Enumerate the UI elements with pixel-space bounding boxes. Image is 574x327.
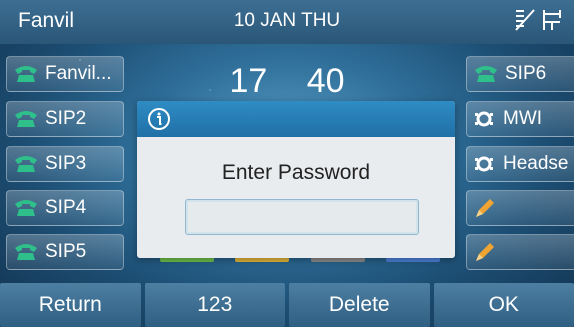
input-mode-button[interactable]: 123	[144, 283, 285, 327]
line-key-1[interactable]: Fanvil...	[6, 56, 124, 92]
pencil-icon	[476, 199, 494, 217]
phone-icon	[15, 111, 37, 127]
status-bar: Fanvil 10 JAN THU	[0, 0, 574, 44]
line-key-6[interactable]: SIP6	[466, 56, 574, 92]
phone-icon	[15, 66, 37, 82]
pencil-icon	[476, 243, 494, 261]
line-key-label: SIP3	[45, 153, 87, 174]
ok-button[interactable]: OK	[433, 283, 574, 327]
delete-button[interactable]: Delete	[289, 283, 430, 327]
line-key-label: SIP4	[45, 197, 87, 218]
phone-icon	[15, 156, 37, 172]
date-label: 10 JAN THU	[233, 10, 341, 31]
line-key-9[interactable]	[466, 190, 574, 226]
network-icon	[515, 9, 535, 31]
line-key-7[interactable]: MWI	[466, 101, 574, 137]
info-icon	[148, 108, 170, 130]
clock-hour: 17	[229, 62, 268, 100]
line-key-4[interactable]: SIP4	[6, 190, 124, 226]
phone-icon	[15, 244, 37, 260]
lan-icon	[543, 10, 561, 30]
line-key-label: SIP2	[45, 108, 87, 129]
password-dialog: Enter Password	[137, 101, 455, 258]
line-key-2[interactable]: SIP2	[6, 101, 124, 137]
line-key-label: MWI	[503, 108, 543, 129]
dialog-message: Enter Password	[221, 161, 371, 184]
line-key-5[interactable]: SIP5	[6, 234, 124, 270]
voicemail-icon	[475, 156, 493, 172]
line-key-label: SIP5	[45, 241, 87, 262]
line-key-label: SIP6	[505, 63, 547, 84]
password-field[interactable]	[185, 199, 419, 235]
phone-icon	[15, 200, 37, 216]
softkey-bar: Return 123 Delete OK	[0, 283, 574, 327]
return-button[interactable]: Return	[0, 283, 141, 327]
line-key-10[interactable]	[466, 234, 574, 270]
line-key-label: Headse	[503, 153, 569, 174]
line-key-8[interactable]: Headse	[466, 146, 574, 182]
phone-icon	[475, 66, 497, 82]
line-key-label: Fanvil...	[45, 63, 112, 84]
line-key-3[interactable]: SIP3	[6, 146, 124, 182]
voicemail-icon	[475, 111, 493, 127]
status-icons	[514, 8, 564, 32]
clock-minute: 40	[306, 62, 345, 100]
dialog-header	[137, 101, 455, 137]
phone-screen: Fanvil 10 JAN THU 17 40 Fanvil... SIP2 S…	[0, 0, 574, 327]
